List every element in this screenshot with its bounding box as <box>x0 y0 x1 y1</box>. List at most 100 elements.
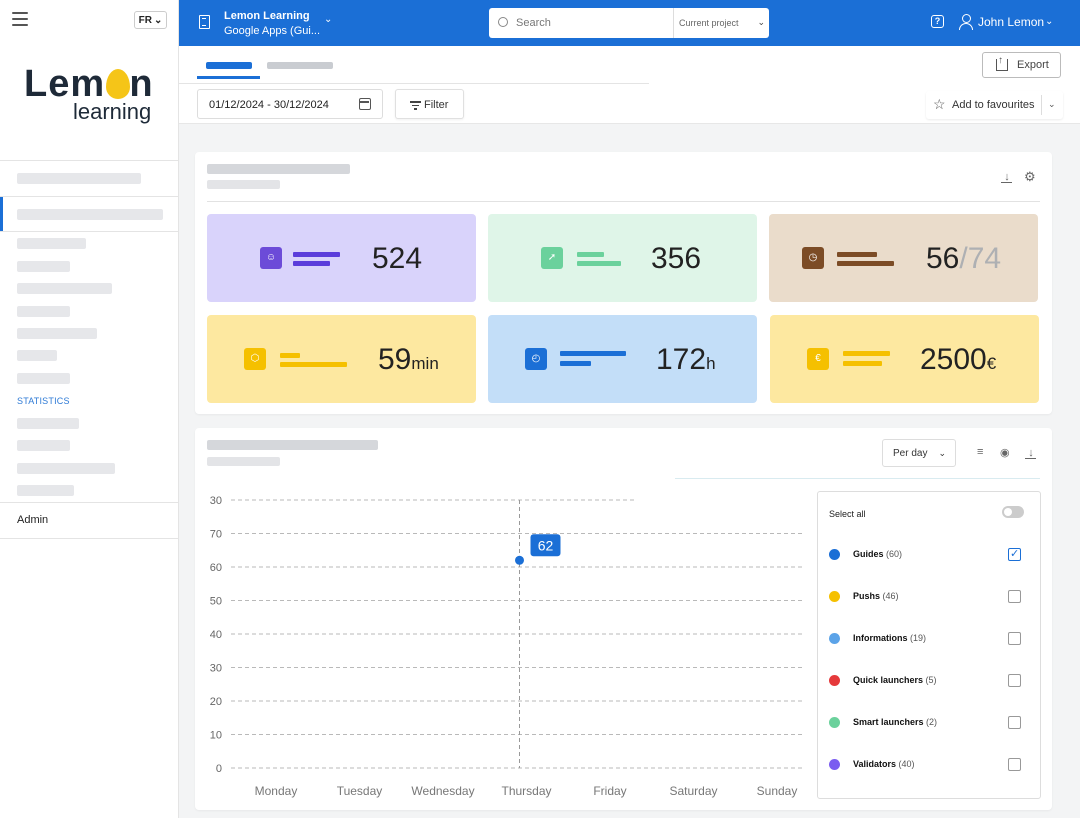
section-label-statistics: STATISTICS <box>17 396 70 406</box>
kpi-label-bar <box>280 362 347 367</box>
tab-active[interactable] <box>206 62 252 69</box>
legend-item[interactable]: Smart launchers (2) <box>818 713 1040 733</box>
legend-item[interactable]: Guides (60) <box>818 545 1040 565</box>
kpi-label-bar <box>577 252 604 257</box>
kpi-tile: ◷ 56/74 <box>769 214 1038 302</box>
tabs-row: Export <box>179 46 1080 84</box>
search-input[interactable]: Search <box>516 17 551 29</box>
calendar-icon <box>359 98 371 110</box>
divider <box>0 196 179 197</box>
series-legend: Select all Guides (60) Pushs (46) Informat… <box>817 491 1041 799</box>
filter-button[interactable]: Filter <box>395 89 464 119</box>
sidebar-item[interactable] <box>17 350 57 361</box>
language-select[interactable]: FR ⌄ <box>134 11 167 29</box>
legend-item-label: Quick launchers (5) <box>853 675 937 685</box>
search-scope-value: Current project <box>679 18 739 28</box>
chevron-down-icon: ⌄ <box>757 17 765 27</box>
sidebar-item[interactable] <box>17 261 70 272</box>
kpi-tile: € 2500€ <box>770 315 1039 403</box>
sidebar-item[interactable] <box>17 418 79 429</box>
add-to-favourites-button[interactable]: ☆ Add to favourites ⌄ <box>926 91 1063 119</box>
sidebar-item[interactable] <box>17 173 141 184</box>
sidebar-item[interactable] <box>17 485 74 496</box>
x-tick-label: Wednesday <box>411 784 474 798</box>
menu-icon[interactable] <box>12 12 28 26</box>
select-all-toggle[interactable] <box>1002 506 1024 518</box>
eye-icon[interactable]: ◉ <box>1000 446 1010 459</box>
search-box[interactable]: Search Current project ⌄ <box>489 8 769 38</box>
x-tick-label: Thursday <box>501 784 551 798</box>
kpi-label-bar <box>837 252 877 257</box>
legend-checkbox[interactable] <box>1008 590 1021 603</box>
upload-icon <box>996 55 1008 71</box>
filter-icon[interactable]: ≡ <box>977 446 983 458</box>
sidebar-item[interactable] <box>17 373 70 384</box>
divider <box>1041 95 1042 115</box>
series-color-dot <box>829 759 840 770</box>
x-tick-label: Saturday <box>669 784 717 798</box>
legend-checkbox[interactable] <box>1008 674 1021 687</box>
legend-item[interactable]: Validators (40) <box>818 755 1040 775</box>
user-name[interactable]: John Lemon <box>978 15 1044 29</box>
language-value: FR <box>138 14 152 26</box>
legend-checkbox[interactable] <box>1008 758 1021 771</box>
user-icon[interactable] <box>959 14 973 30</box>
chevron-down-icon[interactable]: ⌄ <box>324 14 332 25</box>
stopwatch-icon: ◴ <box>525 348 547 370</box>
project-subtitle[interactable]: Google Apps (Gui... <box>224 25 320 37</box>
chevron-down-icon[interactable]: ⌄ <box>1048 99 1056 110</box>
clock-icon: ◷ <box>802 247 824 269</box>
y-tick-label: 70 <box>210 529 222 541</box>
active-indicator <box>0 197 3 231</box>
kpi-value: 356 <box>651 242 702 275</box>
sidebar-item[interactable] <box>17 283 112 294</box>
download-icon[interactable]: ↓ <box>1001 171 1013 183</box>
legend-item-label: Pushs (46) <box>853 591 899 601</box>
legend-item-label: Smart launchers (2) <box>853 717 938 727</box>
tooltip-value: 62 <box>538 537 554 553</box>
kpi-tile: ⬡ 59min <box>207 315 476 403</box>
sidebar-item[interactable] <box>17 306 70 317</box>
legend-checkbox[interactable] <box>1008 547 1021 561</box>
x-tick-label: Sunday <box>757 784 798 798</box>
sidebar-item-admin[interactable]: Admin <box>17 514 48 526</box>
search-scope-select[interactable]: Current project ⌄ <box>673 8 769 38</box>
legend-item[interactable]: Pushs (46) <box>818 587 1040 607</box>
export-label: Export <box>1017 59 1049 71</box>
sidebar-item[interactable] <box>17 238 86 249</box>
series-color-dot <box>829 591 840 602</box>
divider <box>0 231 179 232</box>
period-select[interactable]: Per day ⌄ <box>882 439 956 467</box>
date-range-value: 01/12/2024 - 30/12/2024 <box>209 99 329 111</box>
building-icon <box>199 15 210 29</box>
gear-icon[interactable]: ⚙ <box>1024 169 1036 185</box>
download-icon[interactable]: ↓ <box>1025 447 1037 459</box>
project-name[interactable]: Lemon Learning <box>224 10 310 22</box>
legend-item[interactable]: Informations (19) <box>818 629 1040 649</box>
kpi-label-bar <box>280 353 300 358</box>
sidebar-item[interactable] <box>17 440 70 451</box>
chevron-down-icon[interactable]: ⌄ <box>1045 16 1053 27</box>
kpi-tile: ☺ 524 <box>207 214 476 302</box>
kpi-tile: ◴ 172h <box>488 315 757 403</box>
kpi-tile: ➚ 356 <box>488 214 757 302</box>
favourites-label: Add to favourites <box>952 99 1035 111</box>
sidebar-item[interactable] <box>17 209 163 220</box>
sidebar-item[interactable] <box>17 328 97 339</box>
y-tick-label: 30 <box>210 495 222 507</box>
kpi-label-bar <box>837 261 894 266</box>
date-range-picker[interactable]: 01/12/2024 - 30/12/2024 <box>197 89 383 119</box>
tab-inactive[interactable] <box>267 62 333 69</box>
x-tick-label: Tuesday <box>337 784 383 798</box>
legend-checkbox[interactable] <box>1008 716 1021 729</box>
select-all-label: Select all <box>829 509 866 519</box>
legend-checkbox[interactable] <box>1008 632 1021 645</box>
sidebar-item[interactable] <box>17 463 115 474</box>
chart-card: Per day ⌄ ≡ ◉ ↓ 0 10 20 30 40 50 60 70 30 Monday T… <box>195 428 1052 810</box>
period-value: Per day <box>893 448 928 459</box>
y-tick-label: 30 <box>210 663 222 675</box>
legend-item-label: Validators (40) <box>853 759 915 769</box>
export-button[interactable]: Export <box>982 52 1061 78</box>
help-icon[interactable]: ? <box>931 15 944 28</box>
legend-item[interactable]: Quick launchers (5) <box>818 671 1040 691</box>
